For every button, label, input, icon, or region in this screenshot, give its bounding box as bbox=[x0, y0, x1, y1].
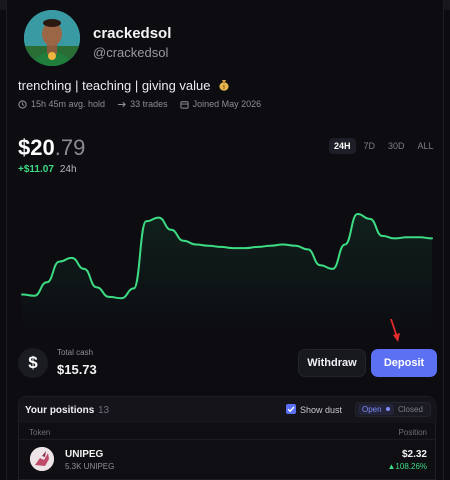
range-7d[interactable]: 7D bbox=[359, 138, 381, 154]
cash-label: Total cash bbox=[57, 348, 94, 357]
checkmark-icon bbox=[287, 406, 295, 413]
positions-count: 13 bbox=[98, 405, 110, 416]
toggle-open-label: Open bbox=[362, 405, 382, 414]
stat-joined: Joined May 2026 bbox=[179, 99, 262, 109]
trades-icon bbox=[117, 101, 126, 107]
range-all[interactable]: ALL bbox=[413, 138, 439, 154]
portfolio-change: +$11.07 24h bbox=[18, 164, 77, 175]
cash-value: $15.73 bbox=[57, 362, 97, 377]
profile-bio: trenching | teaching | giving value $ bbox=[18, 78, 230, 93]
svg-text:$: $ bbox=[223, 85, 226, 91]
toggle-closed[interactable]: Closed bbox=[398, 404, 423, 415]
calendar-icon bbox=[179, 100, 189, 109]
stat-trades: 33 trades bbox=[117, 99, 168, 109]
token-amount: 5.3K UNIPEG bbox=[65, 462, 115, 471]
token-name: UNIPEG bbox=[65, 449, 104, 460]
bio-text: trenching | teaching | giving value bbox=[18, 78, 211, 93]
profile-stats: 15h 45m avg. hold 33 trades Joined May 2… bbox=[18, 99, 273, 109]
portfolio-value: $20.79 bbox=[18, 135, 85, 161]
show-dust-label[interactable]: Show dust bbox=[300, 405, 342, 415]
chart-area bbox=[22, 214, 432, 335]
withdraw-button[interactable]: Withdraw bbox=[298, 349, 366, 377]
price-whole: $20 bbox=[18, 135, 55, 160]
trades-text: 33 trades bbox=[130, 99, 168, 109]
avatar[interactable] bbox=[24, 10, 80, 66]
table-row[interactable]: UNIPEG 5.3K UNIPEG $2.32 ▲108.26% bbox=[19, 440, 435, 480]
portfolio-chart bbox=[21, 213, 433, 335]
stat-hold-time: 15h 45m avg. hold bbox=[18, 99, 105, 109]
position-change: ▲108.26% bbox=[387, 462, 428, 471]
positions-title: Your positions bbox=[25, 405, 95, 416]
price-cents: .79 bbox=[54, 135, 86, 160]
deposit-button[interactable]: Deposit bbox=[371, 349, 437, 377]
dollar-icon: $ bbox=[18, 348, 48, 378]
red-arrow-annotation-icon bbox=[390, 318, 400, 342]
change-value: +$11.07 bbox=[18, 164, 54, 175]
range-30d[interactable]: 30D bbox=[383, 138, 410, 154]
range-selector: 24H 7D 30D ALL bbox=[326, 138, 439, 154]
active-dot-icon bbox=[386, 407, 390, 411]
show-dust-checkbox[interactable] bbox=[286, 404, 296, 414]
change-period: 24h bbox=[59, 164, 77, 175]
open-closed-toggle: Open Closed bbox=[355, 402, 431, 417]
money-bag-icon: $ bbox=[219, 80, 229, 91]
column-header-position[interactable]: Position bbox=[399, 428, 427, 437]
unipeg-token-icon bbox=[30, 447, 54, 471]
clock-icon bbox=[18, 99, 27, 109]
profile-name: crackedsol bbox=[93, 25, 172, 42]
range-24h[interactable]: 24H bbox=[329, 138, 356, 154]
position-value: $2.32 bbox=[401, 449, 427, 460]
joined-text: Joined May 2026 bbox=[192, 99, 262, 109]
positions-panel: Your positions 13 Show dust Open Closed … bbox=[18, 396, 437, 480]
profile-handle[interactable]: @crackedsol bbox=[93, 45, 168, 60]
positions-header: Your positions 13 Show dust Open Closed bbox=[19, 397, 437, 423]
avatar-image bbox=[24, 10, 80, 66]
hold-time-text: 15h 45m avg. hold bbox=[31, 99, 106, 109]
column-header-token[interactable]: Token bbox=[29, 428, 50, 437]
